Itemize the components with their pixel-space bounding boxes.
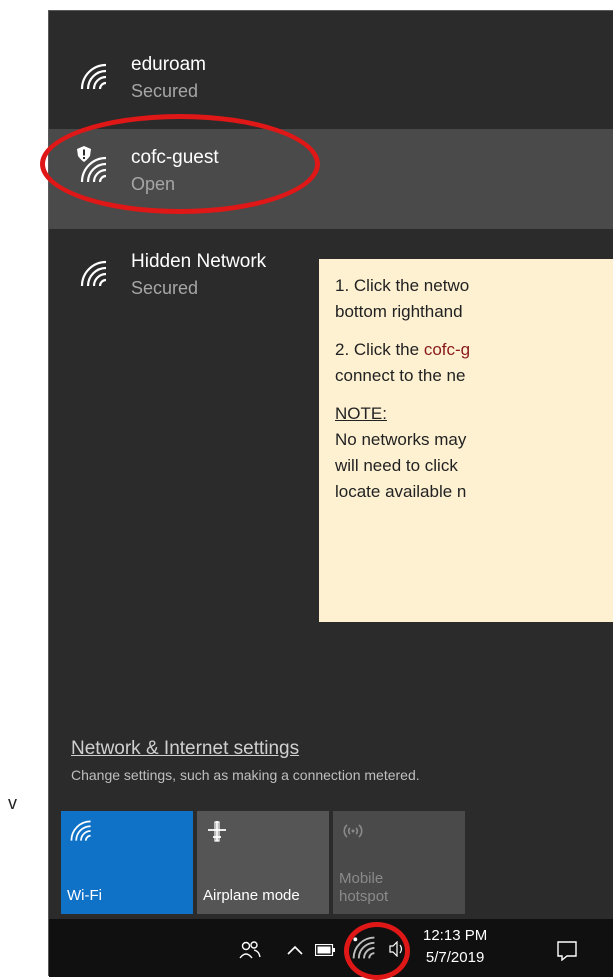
clock-time: 12:13 PM <box>423 927 488 944</box>
network-status: Open <box>131 174 176 194</box>
network-settings-description: Change settings, such as making a connec… <box>71 767 420 783</box>
airplane-mode-tile[interactable]: Airplane mode <box>197 811 329 914</box>
wifi-icon <box>80 63 107 90</box>
callout-step2-cont: connect to the ne <box>335 366 466 385</box>
callout-note-heading: NOTE: <box>335 404 387 423</box>
instruction-callout: 1. Click the netwo bottom righthand 2. Cl… <box>318 258 613 623</box>
callout-step1: 1. Click the netwo <box>335 276 470 295</box>
callout-step2-highlight: cofc-g <box>423 340 471 359</box>
callout-note-line3: locate available n <box>335 482 467 501</box>
clock-date: 5/7/2019 <box>425 949 485 966</box>
taskbar-clock[interactable]: 12:13 PM 5/7/2019 <box>423 925 487 969</box>
callout-step1-cont: bottom righthand <box>335 302 463 321</box>
network-status: Secured <box>131 81 199 101</box>
network-name: Hidden Network <box>131 251 267 272</box>
wifi-icon[interactable] <box>351 935 377 961</box>
battery-icon[interactable] <box>315 944 335 956</box>
mobile-hotspot-tile[interactable]: Mobile hotspot <box>333 811 465 914</box>
people-icon[interactable] <box>239 941 261 959</box>
callout-note-line1: No networks may <box>335 430 467 449</box>
network-settings-link[interactable]: Network & Internet settings <box>71 738 299 760</box>
wifi-toggle-tile[interactable]: Wi-Fi <box>61 811 193 914</box>
hotspot-tile-label-line1: Mobile <box>339 870 384 887</box>
volume-icon[interactable] <box>389 941 405 957</box>
wifi-tile-label: Wi-Fi <box>67 887 102 904</box>
callout-step2-prefix: 2. Click the <box>335 340 424 359</box>
network-item-cofc-guest[interactable]: cofc-guest Open <box>49 129 613 229</box>
airplane-icon <box>208 821 226 842</box>
network-name: eduroam <box>131 54 206 75</box>
taskbar: 12:13 PM 5/7/2019 <box>49 919 613 977</box>
callout-note-line2: will need to click <box>335 456 458 475</box>
chevron-up-icon[interactable] <box>287 945 303 955</box>
network-status: Secured <box>131 278 199 298</box>
network-name: cofc-guest <box>131 147 219 168</box>
wifi-icon <box>80 156 107 183</box>
hotspot-icon <box>343 824 363 838</box>
action-center-icon[interactable] <box>557 941 577 961</box>
wifi-icon <box>70 820 91 841</box>
hotspot-tile-label-line2: hotspot <box>339 888 389 905</box>
stray-text: v <box>8 793 17 813</box>
wifi-icon <box>80 260 107 287</box>
airplane-tile-label: Airplane mode <box>203 887 300 904</box>
network-item-eduroam[interactable]: eduroam Secured <box>49 36 613 136</box>
